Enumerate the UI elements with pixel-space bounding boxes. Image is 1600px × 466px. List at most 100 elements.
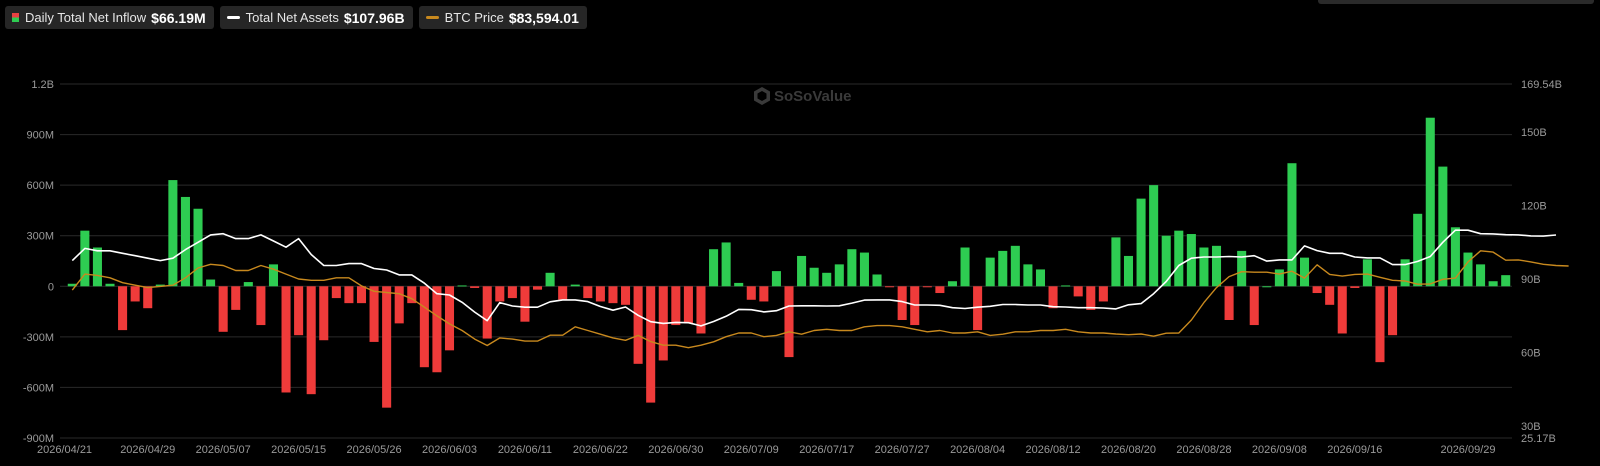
inflow-bar xyxy=(1300,257,1310,287)
inflow-bar xyxy=(1136,198,1146,287)
inflow-bar xyxy=(797,255,807,287)
left-axis-tick-label: -300M xyxy=(23,332,54,344)
inflow-bar xyxy=(1048,286,1058,309)
inflow-bar xyxy=(1488,281,1498,287)
inflow-bar xyxy=(256,286,266,326)
left-axis-tick-label: -600M xyxy=(23,382,54,394)
inflow-bar xyxy=(608,286,618,304)
inflow-bar xyxy=(432,286,442,373)
inflow-bar xyxy=(1438,166,1448,287)
inflow-bar xyxy=(1388,286,1398,336)
inflow-chart[interactable]: SoSoValue -900M-600M-300M0300M600M900M1.… xyxy=(0,0,1600,466)
right-axis-tick-label: 120B xyxy=(1521,200,1547,212)
inflow-bar xyxy=(1337,286,1347,334)
left-axis-tick-label: 0 xyxy=(48,281,54,293)
inflow-bar xyxy=(570,284,580,287)
inflow-bar xyxy=(1061,285,1071,287)
x-axis-tick-label: 2026/08/04 xyxy=(950,444,1005,456)
sosovalue-logo-icon xyxy=(754,87,770,105)
inflow-bar xyxy=(847,249,857,287)
inflow-bar xyxy=(859,252,869,287)
inflow-bar xyxy=(872,274,882,287)
inflow-bar xyxy=(457,285,467,287)
inflow-bar xyxy=(1312,286,1322,294)
inflow-bar xyxy=(105,283,115,287)
inflow-bar xyxy=(621,286,631,305)
watermark: SoSoValue xyxy=(754,87,852,105)
inflow-bar xyxy=(822,272,832,287)
x-axis-tick-label: 2026/08/12 xyxy=(1026,444,1081,456)
watermark-text: SoSoValue xyxy=(774,88,852,105)
inflow-bar xyxy=(356,286,367,304)
inflow-bar xyxy=(671,286,681,326)
inflow-bar xyxy=(1023,264,1033,287)
inflow-bar xyxy=(734,282,744,287)
x-axis-tick-label: 2026/08/28 xyxy=(1176,444,1231,456)
x-axis-tick-label: 2026/07/17 xyxy=(799,444,854,456)
inflow-bar xyxy=(1249,286,1259,326)
inflow-bar xyxy=(143,286,153,309)
inflow-bar xyxy=(319,286,329,341)
x-axis-tick-label: 2026/07/27 xyxy=(875,444,930,456)
x-axis-tick-label: 2026/04/21 xyxy=(37,444,92,456)
inflow-bar xyxy=(683,286,693,324)
inflow-bar xyxy=(470,286,480,288)
inflow-bar xyxy=(721,242,731,287)
inflow-bars xyxy=(67,117,1511,408)
x-axis-tick-label: 2026/09/08 xyxy=(1252,444,1307,456)
right-axis-tick-label: 169.54B xyxy=(1521,79,1562,91)
inflow-bar xyxy=(998,250,1008,287)
x-axis-tick-label: 2026/08/20 xyxy=(1101,444,1156,456)
inflow-bar xyxy=(759,286,769,302)
inflow-bar xyxy=(294,286,304,336)
inflow-bar xyxy=(180,196,190,287)
x-axis-tick-label: 2026/09/29 xyxy=(1440,444,1495,456)
inflow-bar xyxy=(532,286,543,290)
inflow-bar xyxy=(1413,213,1423,287)
inflow-bar xyxy=(633,286,643,364)
inflow-bar xyxy=(558,286,568,300)
inflow-bar xyxy=(92,247,102,287)
inflow-bar xyxy=(382,286,392,408)
inflow-bar xyxy=(985,257,995,287)
inflow-bar xyxy=(1010,245,1020,287)
inflow-bar xyxy=(1174,230,1184,287)
inflow-bar xyxy=(218,286,228,332)
inflow-bar xyxy=(1123,255,1134,287)
inflow-bar xyxy=(1073,286,1083,297)
inflow-bar xyxy=(306,286,316,395)
inflow-bar xyxy=(646,286,656,403)
inflow-bar xyxy=(1149,185,1159,287)
inflow-bar xyxy=(281,286,291,393)
right-axis-tick-label: 150B xyxy=(1521,127,1547,139)
inflow-bar xyxy=(520,286,530,322)
x-axis-tick-label: 2026/04/29 xyxy=(120,444,175,456)
inflow-bar xyxy=(419,286,429,368)
inflow-bar xyxy=(709,249,719,287)
inflow-bar xyxy=(193,208,203,287)
inflow-bar xyxy=(243,282,253,287)
x-axis-tick-label: 2026/06/30 xyxy=(648,444,703,456)
inflow-bar xyxy=(206,279,216,287)
inflow-bar xyxy=(1224,286,1234,320)
inflow-bar xyxy=(1476,264,1486,287)
inflow-bar xyxy=(1287,163,1297,287)
right-axis-tick-label: 90B xyxy=(1521,274,1541,286)
inflow-bar xyxy=(507,286,517,299)
right-axis-tick-label: 30B xyxy=(1521,421,1541,433)
inflow-bar xyxy=(746,286,756,300)
inflow-bar xyxy=(947,281,957,287)
inflow-bar xyxy=(1501,275,1511,287)
inflow-bar xyxy=(771,271,781,287)
inflow-bar xyxy=(834,264,844,287)
inflow-bar xyxy=(495,286,505,302)
inflow-bar xyxy=(168,180,178,287)
inflow-bar xyxy=(1325,286,1335,305)
inflow-bar xyxy=(130,286,140,302)
x-axis-tick-label: 2026/05/07 xyxy=(196,444,251,456)
right-axis-tick-label: 60B xyxy=(1521,348,1541,360)
inflow-bar xyxy=(118,286,128,331)
inflow-bar xyxy=(1086,286,1096,310)
x-axis-tick-label: 2026/06/03 xyxy=(422,444,477,456)
left-axis-tick-label: 300M xyxy=(26,231,54,243)
